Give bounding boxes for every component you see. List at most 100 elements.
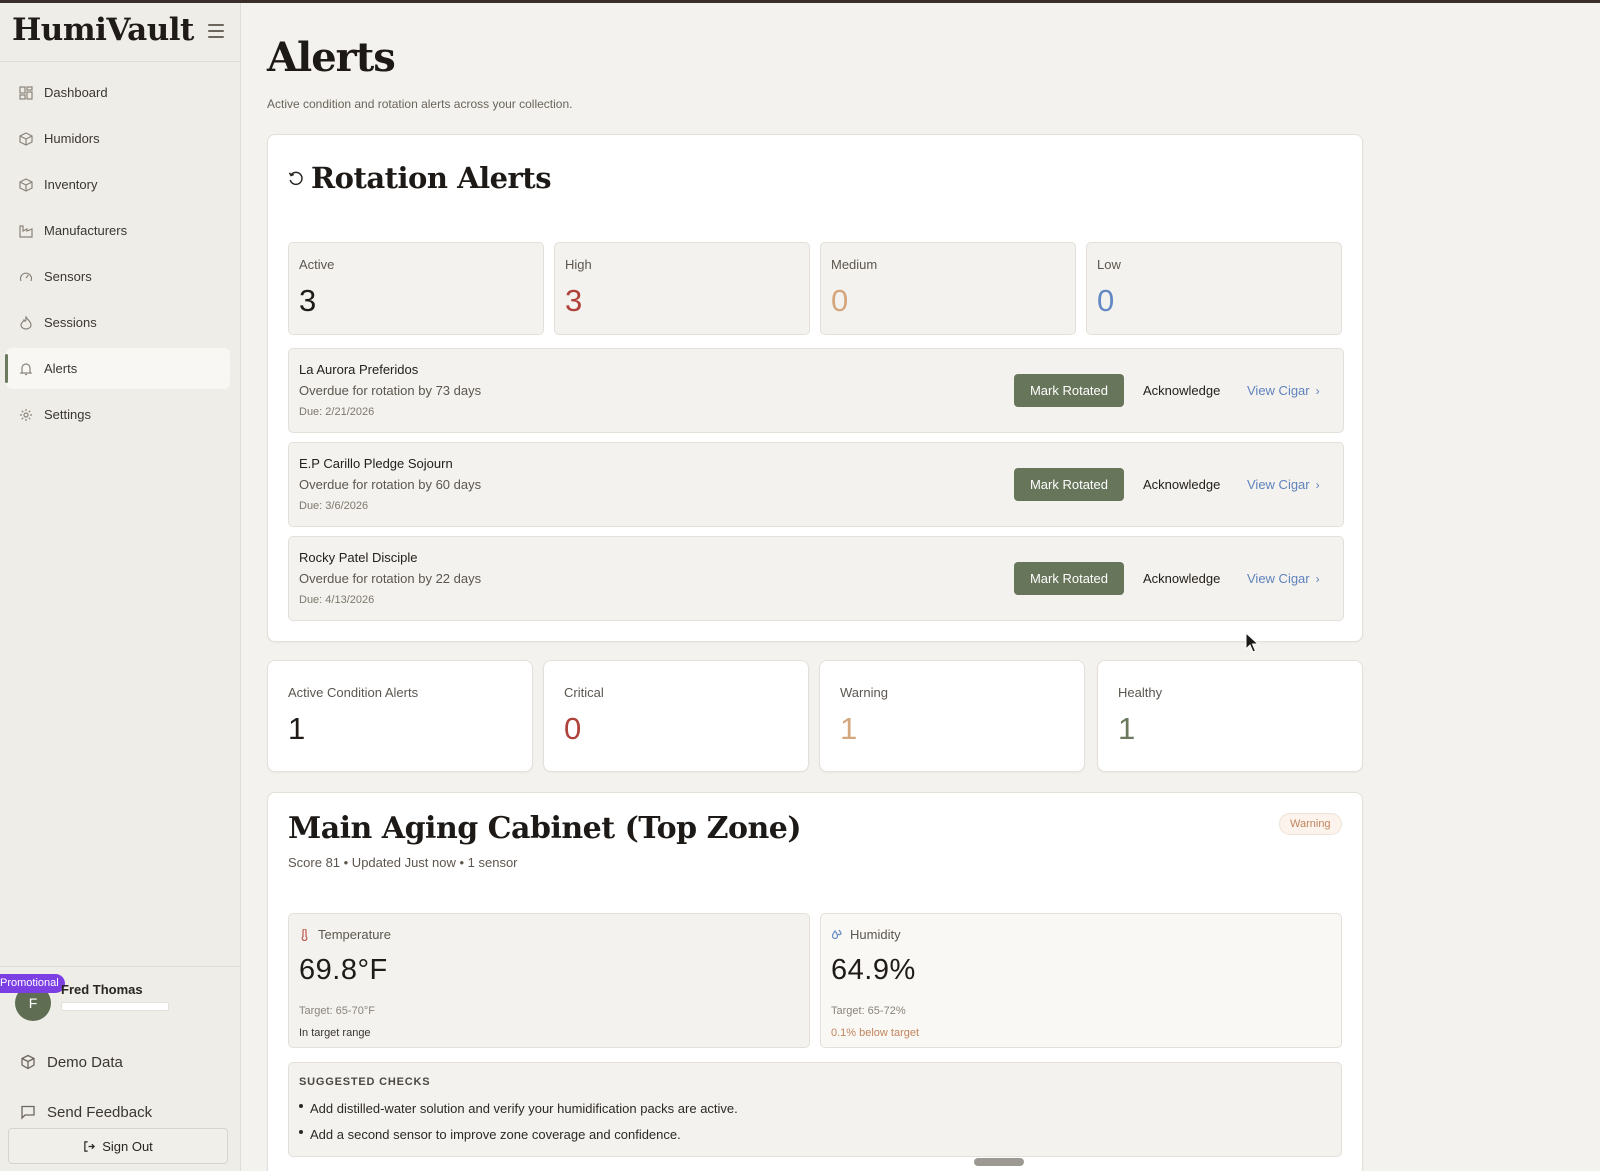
check-item: Add a second sensor to improve zone cove…: [299, 1127, 681, 1142]
sidebar-item-humidors[interactable]: Humidors: [6, 118, 230, 159]
stat-high: High 3: [554, 242, 810, 335]
metric-header: Humidity: [831, 927, 901, 942]
acknowledge-button[interactable]: Acknowledge: [1143, 571, 1220, 586]
metric-header: Temperature: [299, 927, 391, 942]
gear-icon: [19, 408, 33, 422]
sidebar-item-label: Sensors: [44, 269, 92, 284]
bell-icon: [19, 362, 33, 376]
sign-out-button[interactable]: Sign Out: [8, 1128, 228, 1164]
sidebar-nav: Dashboard Humidors Inventory Manufacture…: [0, 72, 240, 440]
sidebar-item-label: Inventory: [44, 177, 98, 192]
hamburger-menu-icon[interactable]: [208, 24, 224, 38]
sidebar-item-label: Humidors: [44, 131, 100, 146]
acknowledge-button[interactable]: Acknowledge: [1143, 383, 1220, 398]
acknowledge-button[interactable]: Acknowledge: [1143, 477, 1220, 492]
send-feedback-label: Send Feedback: [47, 1103, 153, 1121]
humidity-value: 64.9%: [831, 954, 916, 986]
sidebar-item-alerts[interactable]: Alerts: [5, 348, 230, 389]
user-email-redacted: [61, 1002, 169, 1011]
stat-active-condition-alerts: Active Condition Alerts 1: [267, 660, 533, 772]
humidity-target: Target: 65-72%: [831, 1005, 906, 1017]
sidebar-item-dashboard[interactable]: Dashboard: [6, 72, 230, 113]
sidebar-item-manufacturers[interactable]: Manufacturers: [6, 210, 230, 251]
metric-label: Temperature: [318, 927, 391, 942]
suggested-checks-title: SUGGESTED CHECKS: [299, 1076, 431, 1088]
sidebar-item-label: Dashboard: [44, 85, 108, 100]
zone-card: Main Aging Cabinet (Top Zone) Score 81 •…: [267, 792, 1363, 1171]
check-item: Add distilled-water solution and verify …: [299, 1101, 738, 1116]
stat-label: Critical: [564, 685, 604, 700]
metric-label: Humidity: [850, 927, 901, 942]
suggested-checks: SUGGESTED CHECKS Add distilled-water sol…: [288, 1062, 1342, 1157]
flame-icon: [19, 315, 33, 330]
alert-description: Overdue for rotation by 73 days: [299, 383, 482, 398]
mark-rotated-button[interactable]: Mark Rotated: [1014, 374, 1124, 407]
sign-out-icon: [84, 1140, 96, 1152]
user-name: Fred Thomas: [61, 982, 143, 997]
stat-label: Healthy: [1118, 685, 1163, 700]
main-content: Alerts Active condition and rotation ale…: [242, 0, 1600, 1171]
stat-medium: Medium 0: [820, 242, 1076, 335]
check-text: Add a second sensor to improve zone cove…: [310, 1127, 681, 1142]
stat-value: 0: [831, 283, 849, 318]
stat-label: Medium: [831, 257, 878, 272]
chevron-right-icon: ›: [1315, 478, 1320, 492]
message-icon: [21, 1105, 35, 1120]
temperature-status: In target range: [299, 1027, 371, 1039]
sidebar-item-settings[interactable]: Settings: [6, 394, 230, 435]
window-top-border: [0, 0, 1600, 3]
send-feedback-link[interactable]: Send Feedback: [20, 1099, 152, 1125]
alert-due-date: Due: 3/6/2026: [299, 500, 369, 512]
sidebar-item-sessions[interactable]: Sessions: [6, 302, 230, 343]
sidebar-item-inventory[interactable]: Inventory: [6, 164, 230, 205]
scroll-handle[interactable]: [974, 1158, 1024, 1166]
rotation-alerts-title: Rotation Alerts: [311, 161, 552, 195]
stat-label: High: [565, 257, 592, 272]
temperature-value: 69.8°F: [299, 954, 388, 986]
check-text: Add distilled-water solution and verify …: [310, 1101, 738, 1116]
mark-rotated-button[interactable]: Mark Rotated: [1014, 468, 1124, 501]
bullet-icon: [299, 1130, 303, 1134]
rotation-alert-row: La Aurora Preferidos Overdue for rotatio…: [288, 348, 1344, 433]
stat-label: Warning: [840, 685, 888, 700]
temperature-target: Target: 65-70°F: [299, 1005, 375, 1017]
mark-rotated-button[interactable]: Mark Rotated: [1014, 562, 1124, 595]
mouse-cursor-icon: [1245, 632, 1260, 653]
brand-logo: HumiVault: [12, 12, 194, 48]
stat-healthy: Healthy 1: [1097, 660, 1363, 772]
stat-value: 1: [840, 711, 858, 746]
page-subtitle: Active condition and rotation alerts acr…: [267, 97, 573, 111]
stat-value: 3: [299, 283, 317, 318]
view-cigar-link[interactable]: View Cigar ›: [1247, 383, 1320, 398]
view-cigar-link[interactable]: View Cigar ›: [1247, 477, 1320, 492]
humidity-metric: Humidity 64.9% Target: 65-72% 0.1% below…: [820, 913, 1342, 1048]
temperature-metric: Temperature 69.8°F Target: 65-70°F In ta…: [288, 913, 810, 1048]
demo-data-link[interactable]: Demo Data: [20, 1049, 123, 1075]
stat-value: 1: [1118, 711, 1136, 746]
rotation-alert-row: Rocky Patel Disciple Overdue for rotatio…: [288, 536, 1344, 621]
user-profile[interactable]: F Promotional Fred Thomas: [0, 974, 240, 1021]
stat-label: Active: [299, 257, 335, 272]
demo-data-label: Demo Data: [47, 1053, 123, 1071]
box-icon: [19, 131, 33, 146]
page-title: Alerts: [267, 34, 396, 81]
view-cigar-label: View Cigar: [1247, 477, 1310, 492]
stat-critical: Critical 0: [543, 660, 809, 772]
view-cigar-label: View Cigar: [1247, 571, 1310, 586]
sidebar-item-sensors[interactable]: Sensors: [6, 256, 230, 297]
view-cigar-link[interactable]: View Cigar ›: [1247, 571, 1320, 586]
alert-description: Overdue for rotation by 22 days: [299, 571, 482, 586]
zone-meta: Score 81 • Updated Just now • 1 sensor: [288, 855, 518, 870]
alert-cigar-name: La Aurora Preferidos: [299, 362, 419, 377]
alert-description: Overdue for rotation by 60 days: [299, 477, 482, 492]
promo-badge: Promotional: [0, 974, 65, 993]
stat-active: Active 3: [288, 242, 544, 335]
view-cigar-label: View Cigar: [1247, 383, 1310, 398]
alert-cigar-name: Rocky Patel Disciple: [299, 550, 418, 565]
rotation-alert-row: E.P Carillo Pledge Sojourn Overdue for r…: [288, 442, 1344, 527]
sidebar: HumiVault Dashboard Humidors Inventory M…: [0, 0, 241, 1171]
zone-title: Main Aging Cabinet (Top Zone): [288, 811, 802, 846]
factory-icon: [19, 224, 33, 238]
box-icon: [21, 1054, 35, 1070]
stat-low: Low 0: [1086, 242, 1342, 335]
